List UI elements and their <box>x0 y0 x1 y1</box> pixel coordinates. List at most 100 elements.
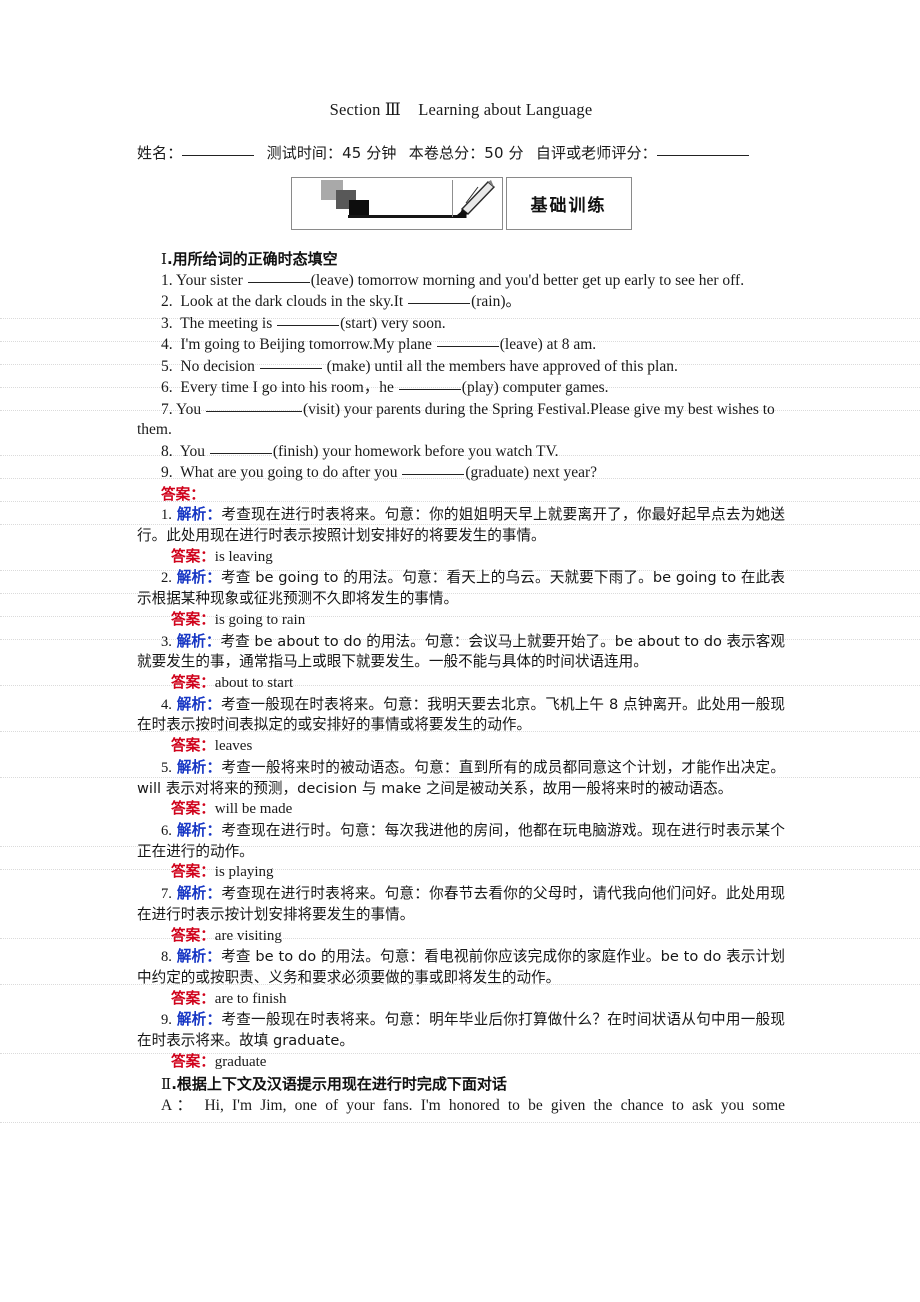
question-text-post: (rain)。 <box>471 293 522 311</box>
answer-text: is going to rain <box>214 612 306 629</box>
answer-blank[interactable] <box>209 452 272 454</box>
answer-item: 答案：about to start <box>137 673 785 693</box>
banner-container: 基础训练 <box>137 177 785 230</box>
question-text-pre: No decision <box>180 357 259 375</box>
analysis-number: 3. <box>161 633 172 650</box>
section-2-title: .根据上下文及汉语提示用现在进行时完成下面对话 <box>171 1075 507 1094</box>
answer-blank[interactable] <box>436 346 499 348</box>
analysis-label: 解析： <box>176 884 222 902</box>
section-1-title: .用所给词的正确时态填空 <box>166 250 338 268</box>
answer-label: 答案： <box>171 989 215 1007</box>
answer-item: 答案：is going to rain <box>137 610 785 630</box>
question-number: 2. <box>161 293 173 311</box>
answer-label: 答案： <box>171 800 215 818</box>
question-text-post: (leave) tomorrow morning and you'd bette… <box>310 272 745 289</box>
analysis-label: 解析： <box>176 569 221 587</box>
analysis-number: 2. <box>161 570 172 587</box>
analysis-number: 7. <box>161 885 172 902</box>
pen-svg-icon <box>457 180 495 218</box>
question-item: 8. You (finish) your homework before you… <box>137 442 785 462</box>
question-item: 4. I'm going to Beijing tomorrow.My plan… <box>137 335 785 355</box>
analysis-number: 5. <box>161 759 172 776</box>
question-text-post: (graduate) next year? <box>465 464 598 482</box>
question-item: 6. Every time I go into his room，he (pla… <box>137 378 785 398</box>
question-number: 4. <box>161 336 173 354</box>
document-page: Section Ⅲ Learning about Language 姓名： 测试… <box>0 0 920 1302</box>
question-text-post: (visit) your parents during the Spring F… <box>137 400 775 439</box>
answer-blank[interactable] <box>408 303 471 305</box>
answer-label: 答案： <box>171 611 215 629</box>
answers-header-label: 答案： <box>161 485 205 503</box>
question-item: 1. Your sister (leave) tomorrow morning … <box>137 271 785 291</box>
self-score-blank[interactable] <box>656 155 749 156</box>
test-time-label: 测试时间：45 分钟 <box>266 144 397 162</box>
answer-blank[interactable] <box>259 367 322 369</box>
answer-item: 答案：are visiting <box>137 926 785 946</box>
answer-label: 答案： <box>171 548 215 566</box>
dialog-line: A： Hi, I'm Jim, one of your fans. I'm ho… <box>137 1096 785 1116</box>
answer-label: 答案： <box>171 674 215 692</box>
banner: 基础训练 <box>290 177 632 230</box>
pencil-drawing-icon <box>290 177 503 230</box>
question-text-pre: The meeting is <box>180 314 277 332</box>
analysis-text: 考查一般现在时表将来。句意：我明天要去北京。飞机上午 8 点钟离开。此处用一般现… <box>137 695 785 734</box>
analysis-number: 6. <box>161 822 172 839</box>
section-2-heading: Ⅱ.根据上下文及汉语提示用现在进行时完成下面对话 <box>161 1073 785 1094</box>
answer-text: graduate <box>214 1053 267 1070</box>
analysis-item: 8. 解析：考查 be to do 的用法。句意：看电视前你应该完成你的家庭作业… <box>137 947 785 988</box>
question-text-pre: You <box>175 400 205 418</box>
analysis-item: 9. 解析：考查一般现在时表将来。句意：明年毕业后你打算做什么？在时间状语从句中… <box>137 1010 785 1051</box>
analysis-text: 考查现在进行时。句意：每次我进他的房间，他都在玩电脑游戏。现在进行时表示某个正在… <box>137 821 785 860</box>
question-number: 3. <box>161 314 173 332</box>
analysis-label: 解析： <box>176 506 222 524</box>
question-text-post: (finish) your homework before you watch … <box>272 442 559 460</box>
analysis-item: 5. 解析：考查一般将来时的被动语态。句意：直到所有的成员都同意这个计划，才能作… <box>137 758 785 799</box>
name-label: 姓名： <box>137 144 183 162</box>
question-number: 7. <box>161 400 173 418</box>
exam-info-line: 姓名： 测试时间：45 分钟 本卷总分：50 分 自评或老师评分： <box>137 142 785 163</box>
analysis-label: 解析： <box>176 1011 222 1028</box>
name-blank[interactable] <box>182 155 255 156</box>
answer-blank[interactable] <box>205 410 302 412</box>
answer-blank[interactable] <box>402 474 465 476</box>
question-item: 5. No decision (make) until all the memb… <box>137 357 785 377</box>
answer-text: is playing <box>214 864 274 881</box>
analysis-label: 解析： <box>176 632 221 650</box>
question-text-pre: What are you going to do after you <box>180 464 402 482</box>
question-item: 2. Look at the dark clouds in the sky.It… <box>137 292 785 312</box>
analysis-label: 解析： <box>176 695 221 713</box>
answer-label: 答案： <box>171 863 215 881</box>
answer-item: 答案：graduate <box>137 1052 785 1072</box>
question-number: 6. <box>161 379 173 397</box>
answer-item: 答案：leaves <box>137 736 785 756</box>
analysis-text: 考查 be about to do 的用法。句意：会议马上就要开始了。be ab… <box>137 632 785 671</box>
analysis-text: 考查现在进行时表将来。句意：你的姐姐明天早上就要离开了，你最好起早点去为她送行。… <box>137 506 785 545</box>
scan-rule-line <box>0 1122 920 1124</box>
answer-text: leaves <box>214 738 253 755</box>
answer-text: about to start <box>214 675 294 692</box>
analysis-label: 解析： <box>176 947 222 965</box>
question-number: 5. <box>161 357 173 375</box>
answer-blank[interactable] <box>398 389 461 391</box>
dialog-text: Hi, I'm Jim, one of your fans. I'm honor… <box>204 1097 785 1115</box>
question-text-post: (make) until all the members have approv… <box>322 357 678 375</box>
answer-text: are to finish <box>214 990 287 1007</box>
question-text-post: (play) computer games. <box>461 379 609 397</box>
banner-badge: 基础训练 <box>505 177 632 230</box>
answer-item: 答案：are to finish <box>137 989 785 1009</box>
banner-badge-label: 基础训练 <box>530 196 607 216</box>
analysis-text: 考查 be going to 的用法。句意：看天上的乌云。天就要下雨了。be g… <box>137 569 785 608</box>
answer-blank[interactable] <box>277 324 340 326</box>
analysis-number: 1. <box>161 507 172 524</box>
analysis-item: 3. 解析：考查 be about to do 的用法。句意：会议马上就要开始了… <box>137 632 785 673</box>
analysis-number: 8. <box>161 948 172 965</box>
answer-text: are visiting <box>214 927 282 944</box>
analysis-number: 9. <box>161 1012 172 1028</box>
answer-item: 答案：is playing <box>137 862 785 882</box>
answer-label: 答案： <box>171 1052 215 1070</box>
analysis-item: 1. 解析：考查现在进行时表将来。句意：你的姐姐明天早上就要离开了，你最好起早点… <box>137 505 785 546</box>
question-number: 1. <box>161 272 173 289</box>
answer-blank[interactable] <box>247 282 310 283</box>
section-1-heading: Ⅰ.用所给词的正确时态填空 <box>161 248 785 269</box>
question-item: 3. The meeting is (start) very soon. <box>137 314 785 334</box>
